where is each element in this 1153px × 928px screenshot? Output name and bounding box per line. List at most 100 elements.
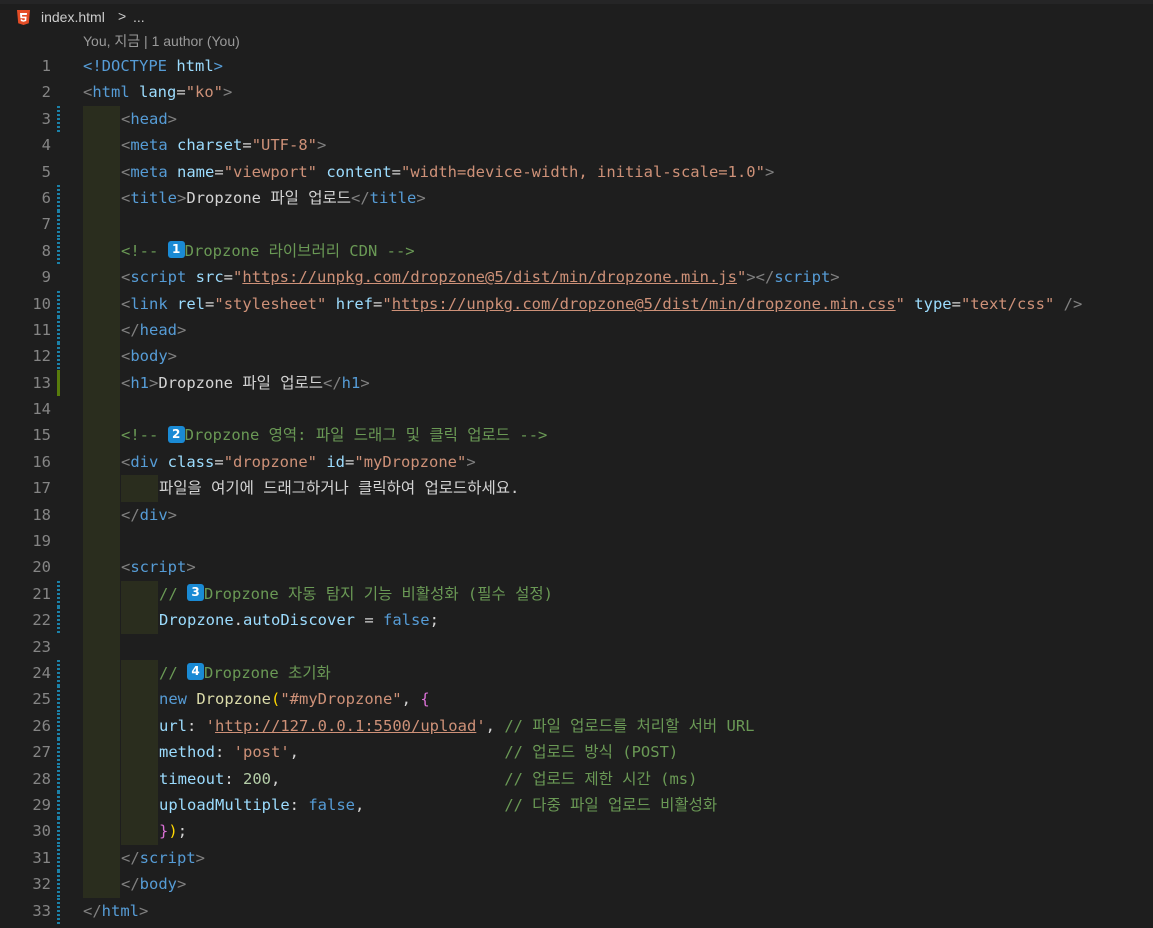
code-line[interactable]: 13 <h1>Dropzone 파일 업로드</h1> [0,369,1153,397]
code-text: // 3 Dropzone 자동 탐지 기능 비활성화 (필수 설정) [159,581,553,607]
code-line[interactable]: 33 </html> [0,897,1153,924]
code-line[interactable]: 6 <title>Dropzone 파일 업로드</title> [0,184,1153,212]
codelens-author[interactable]: You, 지금 | 1 author (You) [83,31,240,51]
gutter-modified-marker[interactable] [57,871,60,898]
code-text: 파일을 여기에 드래그하거나 클릭하여 업로드하세요. [159,475,519,501]
code-line[interactable]: 22 Dropzone.autoDiscover = false; [0,607,1153,634]
code-line[interactable]: 17 파일을 여기에 드래그하거나 클릭하여 업로드하세요. [0,475,1153,502]
code-text: // 4 Dropzone 초기화 [159,660,331,686]
code-text: <!-- 2 Dropzone 영역: 파일 드래그 및 클릭 업로드 --> [121,422,547,448]
indent-highlight [121,475,158,502]
code-editor[interactable]: 1 <!DOCTYPE html> 2 <html lang="ko"> 3 <head>… [0,53,1153,924]
code-text: Dropzone.autoDiscover = false; [159,607,439,633]
code-line[interactable]: 4 <meta charset="UTF-8"> [0,132,1153,159]
code-line[interactable]: 26 url: 'http://127.0.0.1:5500/upload', /… [0,712,1153,740]
gutter-modified-marker[interactable] [57,105,60,133]
code-token: href [335,294,374,313]
code-token: "myDropzone" [354,452,467,471]
code-token: lang [139,83,177,102]
gutter-modified-marker[interactable] [57,211,60,238]
code-line[interactable]: 31 </script> [0,844,1153,872]
code-text: </script> [121,845,205,871]
gutter-modified-marker[interactable] [57,659,60,687]
gutter-modified-marker[interactable] [57,290,60,317]
code-token: > [167,109,178,128]
code-token: rel [177,294,206,313]
code-token: > [195,848,206,867]
code-line[interactable]: 20 <script> [0,554,1153,581]
code-line[interactable]: 16 <div class="dropzone" id="myDropzone"> [0,448,1153,476]
gutter-modified-marker[interactable] [57,607,60,634]
code-line[interactable]: 24 // 4 Dropzone 초기화 [0,659,1153,687]
code-token: h1 [130,373,150,392]
code-token: "viewport" [223,162,327,181]
code-text: <div class="dropzone" id="myDropzone"> [121,449,476,475]
code-token: uploadMultiple [159,795,290,814]
gutter-modified-marker[interactable] [57,791,60,819]
code-line[interactable]: 25 new Dropzone("#myDropzone", { [0,686,1153,713]
gutter-modified-marker[interactable] [57,712,60,740]
code-text: <link rel="stylesheet" href="https://unp… [121,291,1082,317]
code-line[interactable]: 30}); [0,818,1153,845]
code-token: meta [130,136,178,155]
code-token: = [214,162,224,181]
number-badge: 4 [187,663,204,681]
gutter-modified-marker[interactable] [57,580,60,608]
code-token: <!-- [121,241,168,260]
code-line[interactable]: 2 <html lang="ko"> [0,79,1153,105]
line-number: 33 [32,901,51,920]
code-line[interactable]: 21 // 3 Dropzone 자동 탐지 기능 비활성화 (필수 설정) [0,580,1153,608]
code-line[interactable]: 11 </head> [0,316,1153,344]
code-line[interactable]: 5 <meta name="viewport" content="width=de… [0,158,1153,185]
gutter-modified-marker[interactable] [57,844,60,872]
gutter-modified-marker[interactable] [57,818,60,845]
gutter-modified-marker[interactable] [57,686,60,713]
code-token: : [187,716,206,735]
breadcrumb-symbols[interactable]: ... [133,9,145,25]
indent-highlight [83,633,120,660]
code-token: < [121,136,131,155]
gutter-modified-marker[interactable] [57,316,60,344]
code-text: <script> [121,554,196,580]
breadcrumb-file[interactable]: index.html [41,9,105,25]
code-token: // [159,663,187,682]
code-token: ></ [746,268,775,287]
code-token: < [121,347,131,366]
gutter-modified-marker[interactable] [57,739,60,766]
indent-highlight [83,712,120,740]
code-line[interactable]: 3 <head> [0,105,1153,133]
gutter-modified-marker[interactable] [57,897,60,924]
code-line[interactable]: 15 <!-- 2 Dropzone 영역: 파일 드래그 및 클릭 업로드 --> [0,422,1153,449]
gutter-modified-marker[interactable] [57,343,60,370]
code-line[interactable]: 1 <!DOCTYPE html> [0,53,1153,79]
code-line[interactable]: 18 </div> [0,501,1153,529]
line-number: 2 [41,83,51,102]
gutter-modified-marker[interactable] [57,184,60,212]
code-line[interactable]: 27 method: 'post', // 업로드 방식 (POST) [0,739,1153,766]
code-line[interactable]: 23 [0,633,1153,660]
code-token: class [167,452,215,471]
code-line[interactable]: 29 uploadMultiple: false, // 다중 파일 업로드 비활… [0,791,1153,819]
code-line[interactable]: 28 timeout: 200, // 업로드 제한 시간 (ms) [0,765,1153,792]
code-token: title [369,188,417,207]
code-line[interactable]: 14 [0,396,1153,423]
code-line[interactable]: 32 </body> [0,871,1153,898]
code-line[interactable]: 8 <!-- 1 Dropzone 라이브러리 CDN --> [0,237,1153,265]
line-number: 12 [32,347,51,366]
code-line[interactable]: 10 <link rel="stylesheet" href="https://u… [0,290,1153,317]
line-number: 10 [32,294,51,313]
indent-highlight [121,686,158,713]
code-line[interactable]: 9 <script src="https://unpkg.com/dropzone… [0,264,1153,291]
code-line[interactable]: 7 [0,211,1153,238]
code-token: <!DOCTYPE [83,57,177,75]
gutter-added-marker[interactable] [57,369,60,397]
code-line[interactable]: 19 [0,528,1153,555]
gutter-modified-marker[interactable] [57,237,60,265]
code-token: timeout [159,769,225,788]
indent-highlight [83,475,120,502]
indent-highlight [83,791,120,819]
code-line[interactable]: 12 <body> [0,343,1153,370]
code-token: meta [130,162,178,181]
gutter-modified-marker[interactable] [57,765,60,792]
code-token: "width=device-width, initial-scale=1.0" [401,162,765,181]
